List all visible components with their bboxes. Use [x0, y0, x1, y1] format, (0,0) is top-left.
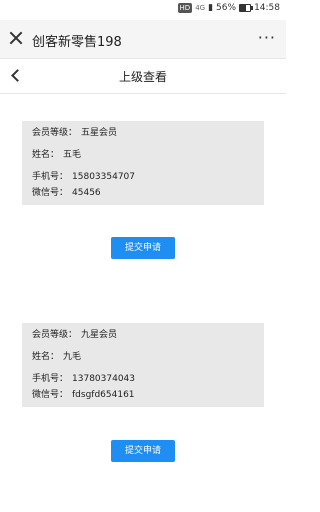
signal-icon: ▮: [208, 3, 214, 13]
status-bar: HD 4G ▮ 56% 14:58: [0, 0, 286, 20]
battery-icon: [239, 4, 254, 12]
member-level-row: 会员等级： 九星会员: [32, 327, 254, 343]
wechat-label: 微信号：: [32, 188, 69, 198]
phone-value: 13780374043: [72, 374, 136, 384]
nav-bar: 上级查看: [0, 59, 286, 94]
submit-application-button[interactable]: 提交申请: [111, 440, 175, 462]
member-level-label: 会员等级：: [32, 128, 78, 138]
status-indicators: HD 4G ▮ 56% 14:58: [177, 3, 280, 13]
name-label: 姓名：: [32, 150, 60, 160]
close-icon[interactable]: [8, 30, 24, 46]
name-label: 姓名：: [32, 352, 60, 362]
member-level-label: 会员等级：: [32, 330, 78, 340]
wechat-value: fdsgfd654161: [72, 390, 135, 400]
wechat-value: 45456: [72, 188, 101, 198]
hd-badge: HD: [177, 3, 193, 13]
submit-application-button[interactable]: 提交申请: [111, 237, 175, 259]
phone-row: 手机号： 13780374043: [32, 371, 254, 387]
clock: 14:58: [254, 3, 280, 13]
phone-row: 手机号： 15803354707: [32, 169, 254, 185]
member-level-value: 九星会员: [81, 330, 118, 340]
phone-label: 手机号：: [32, 172, 69, 182]
battery-fill: [240, 5, 246, 11]
signal-label: 4G: [195, 4, 206, 12]
member-level-value: 五星会员: [81, 128, 118, 138]
phone-label: 手机号：: [32, 374, 69, 384]
page-title: 上级查看: [118, 70, 167, 84]
phone-value: 15803354707: [72, 172, 136, 182]
wechat-label: 微信号：: [32, 390, 69, 400]
wechat-row: 微信号： 45456: [32, 185, 254, 201]
member-card: 会员等级： 九星会员 姓名： 九毛 手机号： 13780374043 微信号： fdsg…: [22, 323, 264, 407]
member-card: 会员等级： 五星会员 姓名： 五毛 手机号： 15803354707 微信号： 4545…: [22, 121, 264, 205]
wechat-header: 创客新零售198 ···: [0, 20, 286, 59]
name-value: 九毛: [63, 352, 82, 362]
member-level-row: 会员等级： 五星会员: [32, 125, 254, 141]
name-row: 姓名： 九毛: [32, 349, 254, 365]
wechat-row: 微信号： fdsgfd654161: [32, 387, 254, 403]
name-value: 五毛: [63, 150, 82, 160]
app-title: 创客新零售198: [32, 35, 122, 50]
more-icon[interactable]: ···: [258, 28, 276, 47]
name-row: 姓名： 五毛: [32, 147, 254, 163]
battery-percent: 56%: [216, 3, 237, 13]
